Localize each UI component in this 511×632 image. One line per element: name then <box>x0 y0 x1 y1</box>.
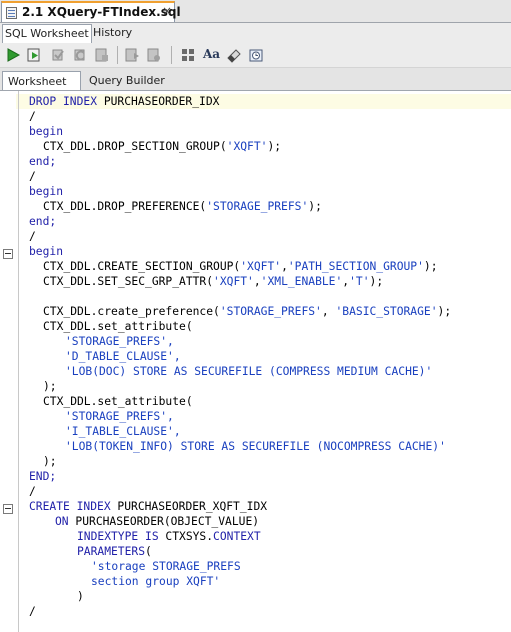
code-line: CTX_DDL.create_preference('STORAGE_PREFS… <box>43 305 452 318</box>
code-line: begin <box>29 185 64 198</box>
autotrace-icon[interactable] <box>94 47 110 63</box>
explain-plan-icon[interactable] <box>124 47 140 63</box>
code-text[interactable]: DROP INDEX PURCHASEORDER_IDX / begin CTX… <box>29 94 451 619</box>
tab-sql-worksheet[interactable]: SQL Worksheet <box>2 24 92 43</box>
format-icon[interactable]: Aa <box>203 47 220 61</box>
code-line: CTX_DDL.SET_SEC_GRP_ATTR('XQFT','XML_ENA… <box>43 275 384 288</box>
code-line: begin <box>29 125 64 138</box>
tab-query-builder[interactable]: Query Builder <box>89 71 165 90</box>
code-line: 'LOB(TOKEN_INFO) STORE AS SECUREFILE (NO… <box>65 440 446 453</box>
code-line: ON PURCHASEORDER(OBJECT_VALUE) <box>55 515 260 528</box>
code-line: ); <box>43 455 57 468</box>
code-line: / <box>29 230 36 243</box>
tab-worksheet[interactable]: Worksheet <box>2 71 81 90</box>
code-line: INDEXTYPE IS CTXSYS.CONTEXT <box>77 530 261 543</box>
code-line: CTX_DDL.CREATE_SECTION_GROUP('XQFT','PAT… <box>43 260 438 273</box>
code-line: 'I_TABLE_CLAUSE', <box>65 425 181 438</box>
code-line: section group XQFT' <box>91 575 221 588</box>
tab-history[interactable]: History <box>91 24 134 42</box>
commit-icon[interactable] <box>50 47 66 63</box>
code-line: PARAMETERS( <box>77 545 152 558</box>
code-line: DROP INDEX PURCHASEORDER_IDX <box>29 95 220 108</box>
code-line: begin <box>29 245 64 258</box>
code-line: end; <box>29 155 57 168</box>
code-line: CTX_DDL.set_attribute( <box>43 320 193 333</box>
code-line: / <box>29 170 36 183</box>
rollback-icon[interactable] <box>72 47 88 63</box>
file-tab-title: 2.1 XQuery-FTIndex.sql <box>22 5 181 19</box>
file-tab-strip: 2.1 XQuery-FTIndex.sql × <box>0 0 511 23</box>
code-line: ); <box>43 380 57 393</box>
code-line: CTX_DDL.DROP_SECTION_GROUP('XQFT'); <box>43 140 282 153</box>
history-icon[interactable] <box>248 47 264 63</box>
code-line: ) <box>77 590 84 603</box>
sql-tuning-icon[interactable] <box>146 47 162 63</box>
clear-icon[interactable] <box>180 47 196 63</box>
code-line: / <box>29 605 36 618</box>
code-line: end; <box>29 215 57 228</box>
fold-toggle-icon[interactable] <box>3 249 13 259</box>
code-line: 'STORAGE_PREFS', <box>65 410 174 423</box>
editor-mode-tabs: Worksheet Query Builder <box>0 68 511 91</box>
code-line: 'D_TABLE_CLAUSE', <box>65 350 181 363</box>
gutter-divider <box>18 91 19 632</box>
eraser-icon[interactable] <box>226 47 242 63</box>
worksheet-toolbar: Aa <box>0 43 511 68</box>
code-line: / <box>29 110 36 123</box>
run-script-icon[interactable] <box>26 47 42 63</box>
code-line: 'LOB(DOC) STORE AS SECUREFILE (COMPRESS … <box>65 365 433 378</box>
code-line: CTX_DDL.set_attribute( <box>43 395 193 408</box>
code-line: CREATE INDEX PURCHASEORDER_XQFT_IDX <box>29 500 268 513</box>
close-tab-icon[interactable]: × <box>162 4 172 18</box>
sql-file-icon <box>6 7 17 19</box>
file-tab[interactable]: 2.1 XQuery-FTIndex.sql × <box>1 1 181 22</box>
code-line: / <box>29 485 36 498</box>
code-line: END; <box>29 470 57 483</box>
worksheet-subtabs: SQL Worksheet History <box>0 23 511 44</box>
sql-editor[interactable]: DROP INDEX PURCHASEORDER_IDX / begin CTX… <box>0 91 511 632</box>
code-line: CTX_DDL.DROP_PREFERENCE('STORAGE_PREFS')… <box>43 200 322 213</box>
run-statement-icon[interactable] <box>5 47 21 63</box>
editor-gutter <box>0 91 16 632</box>
code-line: 'storage STORAGE_PREFS <box>91 560 241 573</box>
fold-toggle-icon[interactable] <box>3 504 13 514</box>
code-line: 'STORAGE_PREFS', <box>65 335 174 348</box>
